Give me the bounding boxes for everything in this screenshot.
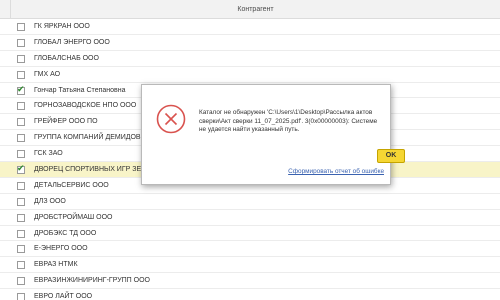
row-checkbox[interactable] [17, 118, 25, 127]
counterparty-name: ГСК ЗАО [34, 150, 63, 158]
counterparty-name: Е-ЭНЕРГО ООО [34, 245, 88, 253]
counterparty-name: ДРОБЭКС ТД ООО [34, 229, 97, 237]
counterparty-name: ЕВРАЗ НТМК [34, 261, 78, 269]
checkmark-icon: ✔ [17, 163, 25, 174]
table-row[interactable]: ГК ЯРКРАН ООО [0, 19, 500, 35]
ok-button[interactable]: OK [377, 149, 405, 163]
counterparty-name: ЕВРО ЛАЙТ ООО [34, 293, 93, 300]
counterparty-name: ГК ЯРКРАН ООО [34, 23, 90, 30]
checkmark-icon: ✔ [17, 83, 25, 94]
row-checkbox[interactable] [17, 23, 25, 31]
table-row[interactable]: ДРОБЭКС ТД ООО [0, 226, 500, 242]
counterparty-name: ДРОБСТРОЙМАШ ООО [34, 213, 113, 221]
table-row[interactable]: ГЛОБАЛСНАБ ООО [0, 51, 500, 67]
column-header-counterparty[interactable]: Контрагент [11, 0, 500, 19]
row-checkbox[interactable] [17, 38, 25, 47]
row-checkbox[interactable] [17, 54, 25, 63]
counterparty-name: ДВОРЕЦ СПОРТИВНЫХ ИГР ЗЕ [34, 166, 142, 174]
counterparty-name: ГМХ АО [34, 70, 61, 78]
error-message: Каталог не обнаружен 'C:\Users\1\Desktop… [199, 109, 378, 133]
row-checkbox[interactable] [17, 261, 25, 270]
row-checkbox[interactable]: ✔ [17, 163, 25, 175]
row-checkbox[interactable] [17, 277, 25, 286]
table-row[interactable]: ЕВРАЗИНЖИНИРИНГ-ГРУПП ООО [0, 273, 500, 290]
row-checkbox[interactable] [17, 102, 25, 111]
row-checkbox[interactable] [17, 181, 25, 190]
row-checkbox[interactable] [17, 213, 25, 222]
counterparty-name: ГРЕЙФЕР ООО ПО [34, 118, 98, 126]
counterparty-name: ГЛОБАЛСНАБ ООО [34, 54, 99, 62]
row-checkbox[interactable] [17, 197, 25, 206]
generate-error-report-link[interactable]: Сформировать отчет об ошибке [272, 168, 384, 175]
row-checkbox[interactable] [17, 245, 25, 254]
table-row[interactable]: ГМХ АО [0, 67, 500, 83]
counterparty-name: ГОРНОЗАВОДСКОЕ НПО ООО [34, 102, 137, 110]
row-checkbox[interactable] [17, 134, 25, 143]
row-checkbox[interactable] [17, 150, 25, 159]
counterparty-name: ГРУППА КОМПАНИЙ ДЕМИДОВ [34, 134, 141, 142]
row-checkbox[interactable] [17, 293, 25, 300]
counterparty-name: ДЕТАЛЬСЕРВИС ООО [34, 181, 109, 189]
counterparty-name: Гончар Татьяна Степановна [34, 86, 126, 94]
table-row[interactable]: ЕВРАЗ НТМК [0, 257, 500, 274]
row-checkbox[interactable] [17, 70, 25, 79]
table-row[interactable]: ГЛОБАЛ ЭНЕРГО ООО [0, 35, 500, 51]
table-row[interactable]: ДРОБСТРОЙМАШ ООО [0, 210, 500, 226]
error-x-icon [156, 104, 186, 134]
counterparty-name: ЕВРАЗИНЖИНИРИНГ-ГРУПП ООО [34, 277, 150, 285]
counterparty-name: ДЛЗ ООО [34, 197, 66, 205]
counterparty-name: ГЛОБАЛ ЭНЕРГО ООО [34, 38, 110, 46]
error-dialog: Каталог не обнаружен 'C:\Users\1\Desktop… [141, 84, 405, 185]
table-row[interactable]: ДЛЗ ООО [0, 194, 500, 210]
table-row[interactable]: ЕВРО ЛАЙТ ООО [0, 289, 500, 300]
table-header: Контрагент [0, 0, 500, 19]
row-checkbox[interactable]: ✔ [17, 83, 25, 95]
row-checkbox[interactable] [17, 229, 25, 238]
table-row[interactable]: Е-ЭНЕРГО ООО [0, 241, 500, 258]
